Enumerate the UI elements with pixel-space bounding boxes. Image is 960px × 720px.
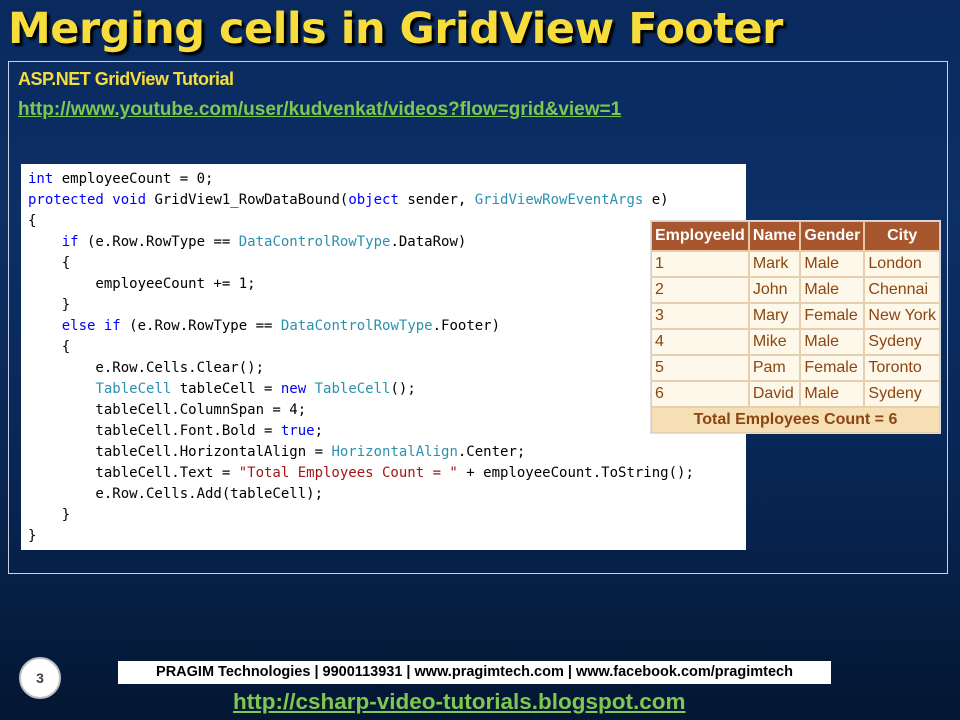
- code-line: }: [28, 528, 37, 544]
- table-row: 3 Mary Female New York: [651, 303, 940, 329]
- code-panel: int employeeCount = 0; protected void Gri…: [21, 164, 746, 550]
- total-employees-footer: Total Employees Count = 6: [651, 407, 940, 433]
- code-line: tableCell.HorizontalAlign = HorizontalAl…: [28, 444, 526, 460]
- slide-title: Merging cells in GridView Footer: [8, 4, 783, 54]
- cell-city: London: [864, 251, 940, 277]
- code-block: int employeeCount = 0; protected void Gri…: [21, 164, 746, 547]
- code-line: else if (e.Row.RowType == DataControlRow…: [61, 318, 501, 334]
- footer-contact-bar: PRAGIM Technologies | 9900113931 | www.p…: [118, 661, 831, 684]
- cell-name: Mike: [748, 329, 801, 355]
- code-line: {: [28, 213, 37, 229]
- cell-gender: Male: [800, 329, 865, 355]
- code-line: employeeCount += 1;: [28, 276, 256, 292]
- code-line: protected void GridView1_RowDataBound(ob…: [28, 192, 669, 208]
- cell-city: Sydeny: [864, 381, 940, 407]
- cell-employeeid: 4: [651, 329, 749, 355]
- table-row: 6 David Male Sydeny: [651, 381, 940, 407]
- cell-city: Toronto: [864, 355, 940, 381]
- code-line: }: [28, 507, 71, 523]
- cell-name: Pam: [748, 355, 801, 381]
- code-line: if (e.Row.RowType == DataControlRowType.…: [61, 234, 467, 250]
- cell-name: Mark: [748, 251, 801, 277]
- cell-gender: Male: [800, 251, 865, 277]
- code-line: TableCell tableCell = new TableCell();: [95, 381, 416, 397]
- employee-grid: EmployeeId Name Gender City 1 Mark Male …: [650, 220, 941, 434]
- cell-employeeid: 2: [651, 277, 749, 303]
- code-line: int employeeCount = 0;: [28, 171, 214, 187]
- cell-gender: Male: [800, 381, 865, 407]
- cell-employeeid: 6: [651, 381, 749, 407]
- grid-footer-row: Total Employees Count = 6: [651, 407, 940, 433]
- code-line: }: [28, 297, 71, 313]
- code-line: tableCell.Text = "Total Employees Count …: [28, 465, 694, 481]
- youtube-link[interactable]: http://www.youtube.com/user/kudvenkat/vi…: [18, 99, 621, 121]
- cell-employeeid: 3: [651, 303, 749, 329]
- grid-header-row: EmployeeId Name Gender City: [651, 221, 940, 251]
- table-row: 2 John Male Chennai: [651, 277, 940, 303]
- header-name: Name: [748, 221, 801, 251]
- code-line: e.Row.Cells.Clear();: [28, 360, 265, 376]
- cell-name: David: [748, 381, 801, 407]
- blog-link[interactable]: http://csharp-video-tutorials.blogspot.c…: [233, 689, 686, 715]
- cell-employeeid: 1: [651, 251, 749, 277]
- code-line: {: [28, 255, 71, 271]
- cell-name: Mary: [748, 303, 801, 329]
- header-employeeid: EmployeeId: [651, 221, 749, 251]
- cell-city: Chennai: [864, 277, 940, 303]
- cell-name: John: [748, 277, 801, 303]
- cell-gender: Male: [800, 277, 865, 303]
- code-line: {: [28, 339, 71, 355]
- cell-city: New York: [864, 303, 940, 329]
- table-row: 5 Pam Female Toronto: [651, 355, 940, 381]
- code-line: tableCell.ColumnSpan = 4;: [28, 402, 307, 418]
- slide-number: 3: [19, 657, 61, 699]
- header-city: City: [864, 221, 940, 251]
- cell-gender: Female: [800, 355, 865, 381]
- cell-employeeid: 5: [651, 355, 749, 381]
- table-row: 1 Mark Male London: [651, 251, 940, 277]
- slide-subtitle: ASP.NET GridView Tutorial: [18, 69, 234, 89]
- table-row: 4 Mike Male Sydeny: [651, 329, 940, 355]
- header-gender: Gender: [800, 221, 865, 251]
- code-line: e.Row.Cells.Add(tableCell);: [28, 486, 324, 502]
- cell-gender: Female: [800, 303, 865, 329]
- code-line: tableCell.Font.Bold = true;: [28, 423, 324, 439]
- cell-city: Sydeny: [864, 329, 940, 355]
